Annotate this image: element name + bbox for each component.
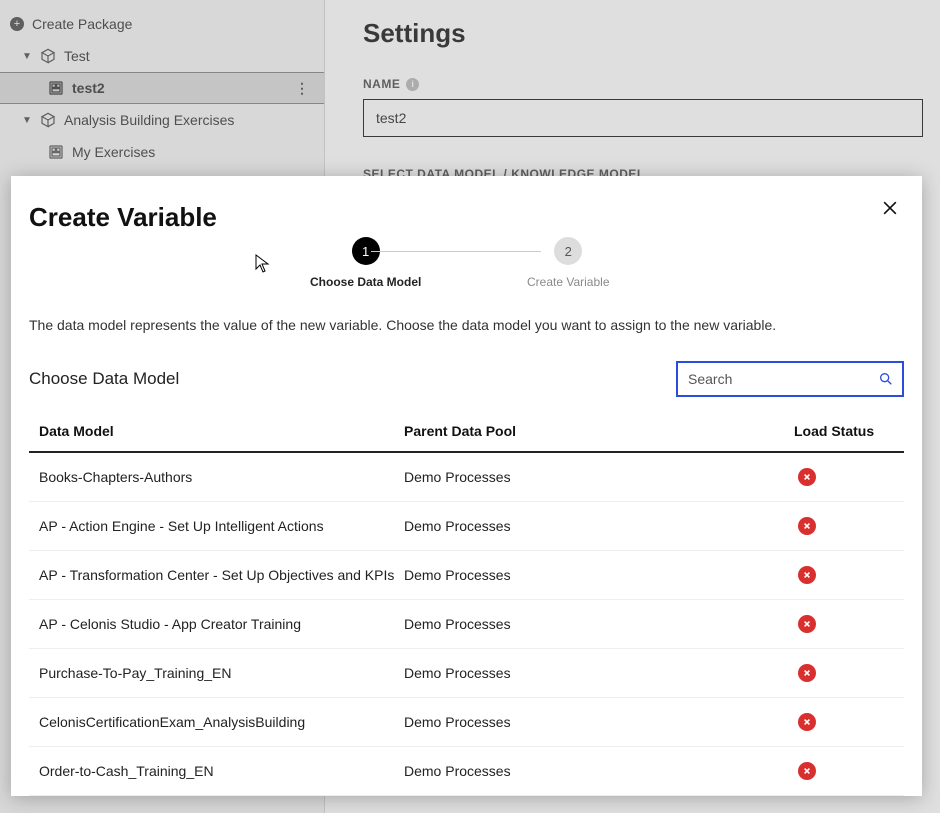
search-icon — [878, 371, 894, 387]
create-variable-dialog: Create Variable 1 Choose Data Model 2 Cr… — [11, 176, 922, 796]
stepper: 1 Choose Data Model 2 Create Variable — [29, 237, 904, 297]
plus-icon: + — [10, 17, 24, 31]
create-package-label: Create Package — [32, 16, 324, 32]
close-button[interactable] — [880, 198, 900, 218]
cell-parent-pool: Demo Processes — [404, 665, 794, 681]
cell-data-model: CelonisCertificationExam_AnalysisBuildin… — [29, 714, 404, 730]
col-data-model: Data Model — [29, 423, 404, 439]
table-row[interactable]: AP - Action Engine - Set Up Intelligent … — [29, 502, 904, 551]
table-row[interactable]: Purchase-To-Pay_Training_ENDemo Processe… — [29, 649, 904, 698]
name-label-text: NAME — [363, 77, 400, 91]
dialog-title: Create Variable — [29, 202, 904, 233]
step-2-label: Create Variable — [527, 275, 610, 289]
create-package-button[interactable]: + Create Package — [0, 8, 324, 40]
step-1[interactable]: 1 Choose Data Model — [310, 237, 421, 289]
table-header: Data Model Parent Data Pool Load Status — [29, 411, 904, 453]
cell-data-model: AP - Transformation Center - Set Up Obje… — [29, 567, 404, 583]
sidebar-item-label: Analysis Building Exercises — [64, 112, 324, 128]
cell-load-status — [794, 762, 904, 780]
cell-parent-pool: Demo Processes — [404, 763, 794, 779]
step-connector — [371, 251, 541, 252]
cell-parent-pool: Demo Processes — [404, 469, 794, 485]
cell-load-status — [794, 517, 904, 535]
error-icon — [798, 468, 816, 486]
info-icon: i — [406, 78, 419, 91]
name-input[interactable]: test2 — [363, 99, 923, 137]
col-parent-pool: Parent Data Pool — [404, 423, 794, 439]
cell-data-model: Order-to-Cash_Training_EN — [29, 763, 404, 779]
table-row[interactable]: AP - Celonis Studio - App Creator Traini… — [29, 600, 904, 649]
col-load-status: Load Status — [794, 423, 904, 439]
data-model-table: Data Model Parent Data Pool Load Status … — [29, 411, 904, 796]
table-row[interactable]: Order-to-Cash_Training_ENDemo Processes — [29, 747, 904, 796]
cell-load-status — [794, 664, 904, 682]
cell-data-model: AP - Action Engine - Set Up Intelligent … — [29, 518, 404, 534]
error-icon — [798, 762, 816, 780]
analysis-icon — [48, 80, 64, 96]
chevron-down-icon: ▼ — [22, 115, 32, 126]
cell-load-status — [794, 615, 904, 633]
cell-load-status — [794, 566, 904, 584]
sidebar-item-label: Test — [64, 48, 324, 64]
cell-parent-pool: Demo Processes — [404, 567, 794, 583]
error-icon — [798, 615, 816, 633]
name-label: NAME i — [363, 77, 940, 91]
table-row[interactable]: Books-Chapters-AuthorsDemo Processes — [29, 453, 904, 502]
sidebar-item-test2[interactable]: test2 ⋮ — [0, 72, 324, 104]
choose-data-model-label: Choose Data Model — [29, 369, 179, 389]
cell-data-model: AP - Celonis Studio - App Creator Traini… — [29, 616, 404, 632]
cell-parent-pool: Demo Processes — [404, 518, 794, 534]
step-2[interactable]: 2 Create Variable — [527, 237, 610, 289]
step-2-circle: 2 — [554, 237, 582, 265]
sidebar-item-test[interactable]: ▼ Test — [0, 40, 324, 72]
cell-data-model: Books-Chapters-Authors — [29, 469, 404, 485]
error-icon — [798, 664, 816, 682]
cell-load-status — [794, 468, 904, 486]
cell-load-status — [794, 713, 904, 731]
cell-parent-pool: Demo Processes — [404, 616, 794, 632]
table-row[interactable]: AP - Transformation Center - Set Up Obje… — [29, 551, 904, 600]
package-icon — [40, 48, 56, 64]
error-icon — [798, 566, 816, 584]
sidebar-item-label: test2 — [72, 80, 287, 96]
search-field[interactable] — [676, 361, 904, 397]
table-row[interactable]: CelonisCertificationExam_AnalysisBuildin… — [29, 698, 904, 747]
sidebar-item-my-exercises[interactable]: My Exercises — [0, 136, 324, 168]
dialog-description: The data model represents the value of t… — [29, 317, 904, 333]
error-icon — [798, 517, 816, 535]
more-icon[interactable]: ⋮ — [295, 80, 310, 97]
page-title: Settings — [363, 18, 940, 49]
package-icon — [40, 112, 56, 128]
chevron-down-icon: ▼ — [22, 51, 32, 62]
search-input[interactable] — [688, 371, 868, 387]
sidebar-item-analysis-building[interactable]: ▼ Analysis Building Exercises — [0, 104, 324, 136]
step-1-label: Choose Data Model — [310, 275, 421, 289]
analysis-icon — [48, 144, 64, 160]
error-icon — [798, 713, 816, 731]
cell-data-model: Purchase-To-Pay_Training_EN — [29, 665, 404, 681]
cell-parent-pool: Demo Processes — [404, 714, 794, 730]
sidebar-item-label: My Exercises — [72, 144, 324, 160]
